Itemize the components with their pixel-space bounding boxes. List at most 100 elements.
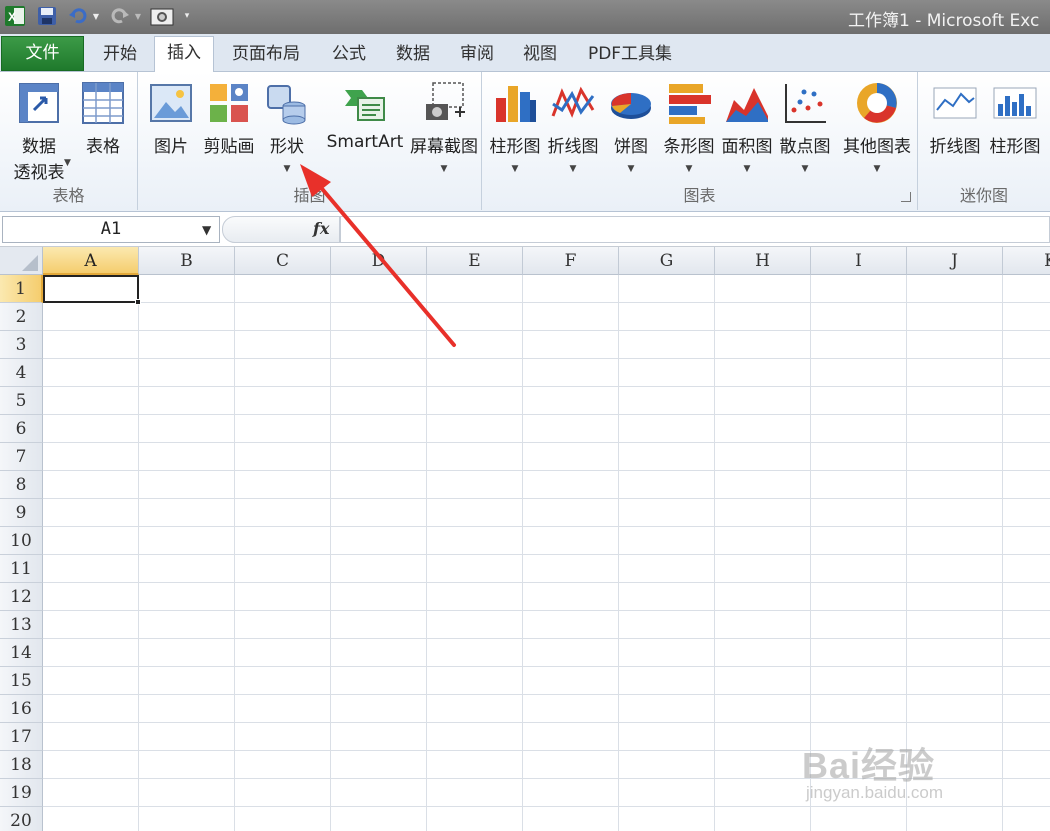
line-chart-dropdown-icon[interactable]: ▼	[570, 164, 577, 174]
row-header[interactable]: 11	[0, 555, 43, 583]
tab-pdf-tools[interactable]: PDF工具集	[574, 38, 686, 72]
undo-icon[interactable]	[66, 3, 90, 29]
row-header[interactable]: 15	[0, 667, 43, 695]
row-header[interactable]: 4	[0, 359, 43, 387]
name-box[interactable]: A1	[2, 216, 220, 243]
redo-dropdown-icon[interactable]: ▼	[132, 3, 144, 29]
bar-chart-button[interactable]: 条形图 ▼	[660, 76, 718, 176]
redo-icon[interactable]	[108, 3, 132, 29]
ribbon: 数据 透视表 ▼ 表格 表格 图片 剪贴画 形状 ▼ SmartArt 屏幕截图…	[0, 72, 1050, 212]
screenshot-button[interactable]: 屏幕截图 ▼	[408, 76, 480, 176]
tab-formulas[interactable]: 公式	[318, 38, 380, 72]
pie-chart-dropdown-icon[interactable]: ▼	[628, 164, 635, 174]
save-icon[interactable]	[34, 3, 60, 29]
area-chart-dropdown-icon[interactable]: ▼	[744, 164, 751, 174]
screenshot-dropdown-icon[interactable]: ▼	[441, 164, 448, 174]
gridline	[43, 610, 1050, 611]
row-header[interactable]: 1	[0, 275, 43, 303]
row-header[interactable]: 10	[0, 527, 43, 555]
row-header[interactable]: 20	[0, 807, 43, 831]
bar-chart-icon	[669, 84, 711, 124]
line-chart-button[interactable]: 折线图 ▼	[544, 76, 602, 176]
gridline	[43, 442, 1050, 443]
camera-icon[interactable]	[148, 3, 176, 29]
tab-home[interactable]: 开始	[88, 38, 152, 72]
tab-insert[interactable]: 插入	[154, 36, 214, 73]
pivot-table-label-1: 数据	[22, 137, 56, 157]
row-header[interactable]: 7	[0, 443, 43, 471]
row-header[interactable]: 18	[0, 751, 43, 779]
row-header[interactable]: 3	[0, 331, 43, 359]
column-header[interactable]: D	[331, 247, 427, 275]
screenshot-icon	[426, 82, 465, 120]
insert-function-icon[interactable]: fx	[313, 219, 329, 238]
row-header[interactable]: 12	[0, 583, 43, 611]
column-header[interactable]: H	[715, 247, 811, 275]
row-header[interactable]: 13	[0, 611, 43, 639]
row-header[interactable]: 6	[0, 415, 43, 443]
smartart-button[interactable]: SmartArt	[320, 76, 410, 176]
sparkline-column-label: 柱形图	[989, 137, 1041, 157]
other-charts-button[interactable]: 其他图表 ▼	[843, 76, 911, 176]
column-header[interactable]: E	[427, 247, 523, 275]
pivot-dropdown-icon[interactable]: ▼	[64, 158, 71, 168]
scatter-chart-dropdown-icon[interactable]: ▼	[802, 164, 809, 174]
column-header[interactable]: C	[235, 247, 331, 275]
tab-review[interactable]: 审阅	[446, 38, 508, 72]
column-chart-button[interactable]: 柱形图 ▼	[486, 76, 544, 176]
gridline	[43, 694, 1050, 695]
gridline	[43, 358, 1050, 359]
row-header[interactable]: 19	[0, 779, 43, 807]
picture-button[interactable]: 图片	[142, 76, 200, 176]
formula-input[interactable]	[340, 216, 1050, 243]
tab-data[interactable]: 数据	[382, 38, 444, 72]
column-chart-icon	[496, 86, 536, 122]
pivot-table-button[interactable]: 数据 透视表	[10, 76, 68, 183]
shapes-dropdown-icon[interactable]: ▼	[284, 164, 291, 174]
sparkline-column-button[interactable]: 柱形图	[986, 76, 1044, 176]
column-header[interactable]: B	[139, 247, 235, 275]
row-header[interactable]: 9	[0, 499, 43, 527]
excel-logo-icon[interactable]: X	[2, 3, 28, 29]
clipart-icon	[210, 84, 248, 122]
sparkline-line-icon	[933, 87, 977, 119]
column-chart-dropdown-icon[interactable]: ▼	[512, 164, 519, 174]
clipart-button[interactable]: 剪贴画	[200, 76, 258, 176]
column-header[interactable]: I	[811, 247, 907, 275]
row-header[interactable]: 8	[0, 471, 43, 499]
table-label: 表格	[86, 137, 120, 157]
row-header[interactable]: 16	[0, 695, 43, 723]
pie-chart-button[interactable]: 饼图 ▼	[602, 76, 660, 176]
row-header[interactable]: 2	[0, 303, 43, 331]
tab-file[interactable]: 文件	[1, 36, 84, 71]
row-header[interactable]: 5	[0, 387, 43, 415]
name-box-dropdown-icon[interactable]: ▼	[202, 223, 211, 237]
tab-page-layout[interactable]: 页面布局	[218, 38, 314, 72]
ribbon-tabs: 文件 开始 插入 页面布局 公式 数据 审阅 视图 PDF工具集	[0, 34, 1050, 73]
picture-icon	[150, 84, 192, 122]
group-illustrations: 图片 剪贴画 形状 ▼ SmartArt 屏幕截图 ▼ 插图	[138, 72, 482, 210]
tab-view[interactable]: 视图	[508, 38, 572, 72]
column-header[interactable]: A	[43, 247, 139, 275]
group-tables: 数据 透视表 ▼ 表格 表格	[0, 72, 138, 210]
customize-toolbar-icon[interactable]: ▾	[180, 3, 194, 29]
undo-dropdown-icon[interactable]: ▼	[90, 3, 102, 29]
area-chart-button[interactable]: 面积图 ▼	[718, 76, 776, 176]
row-header[interactable]: 17	[0, 723, 43, 751]
shapes-button[interactable]: 形状 ▼	[258, 76, 316, 176]
select-all-button[interactable]	[0, 247, 43, 275]
bar-chart-dropdown-icon[interactable]: ▼	[686, 164, 693, 174]
gridline	[43, 554, 1050, 555]
column-header[interactable]: K	[1003, 247, 1050, 275]
column-header[interactable]: J	[907, 247, 1003, 275]
selected-cell[interactable]	[43, 275, 139, 303]
other-charts-dropdown-icon[interactable]: ▼	[874, 164, 881, 174]
table-button[interactable]: 表格	[74, 76, 132, 176]
row-header[interactable]: 14	[0, 639, 43, 667]
column-header[interactable]: G	[619, 247, 715, 275]
fill-handle[interactable]	[135, 299, 141, 305]
gridline	[43, 386, 1050, 387]
column-header[interactable]: F	[523, 247, 619, 275]
scatter-chart-button[interactable]: 散点图 ▼	[776, 76, 834, 176]
sparkline-line-button[interactable]: 折线图	[926, 76, 984, 176]
